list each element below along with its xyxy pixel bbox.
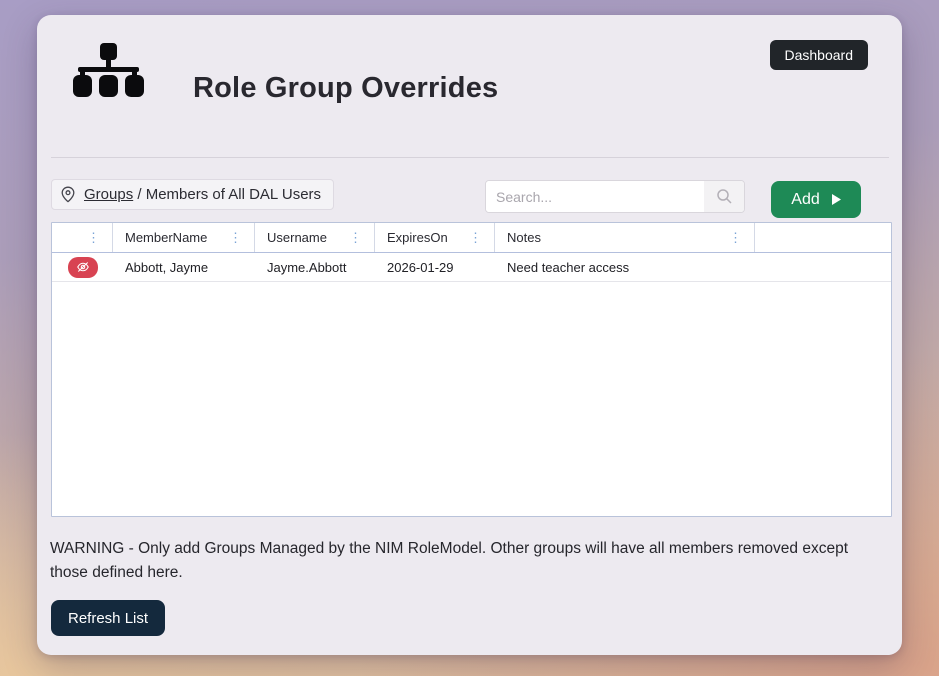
search-group <box>485 180 745 213</box>
breadcrumb-link-groups[interactable]: Groups <box>84 186 133 203</box>
main-card: Role Group Overrides Dashboard Groups / … <box>37 15 902 655</box>
chevron-right-icon <box>832 194 841 205</box>
hide-member-button[interactable] <box>68 257 98 278</box>
column-menu-icon[interactable]: ⋮ <box>467 231 484 244</box>
column-header-expireson: ExpiresOn ⋮ <box>375 223 495 252</box>
breadcrumb-current: Members of All DAL Users <box>146 186 321 203</box>
empty-cell <box>755 253 891 281</box>
page-title: Role Group Overrides <box>193 72 498 105</box>
column-header-membername: MemberName ⋮ <box>113 223 255 252</box>
refresh-list-button[interactable]: Refresh List <box>51 600 165 636</box>
eye-slash-icon <box>76 261 90 273</box>
expires-on-cell: 2026-01-29 <box>375 253 495 281</box>
add-button[interactable]: Add <box>771 181 861 218</box>
column-menu-icon[interactable]: ⋮ <box>347 231 364 244</box>
warning-text: WARNING - Only add Groups Managed by the… <box>50 537 888 585</box>
member-name-cell: Abbott, Jayme <box>113 253 255 281</box>
breadcrumb-separator: / <box>137 186 141 203</box>
table-row[interactable]: Abbott, Jayme Jayme.Abbott 2026-01-29 Ne… <box>52 253 891 282</box>
org-chart-icon <box>72 43 148 103</box>
column-header-notes: Notes ⋮ <box>495 223 755 252</box>
location-pin-icon <box>60 186 76 203</box>
search-button[interactable] <box>704 181 744 212</box>
search-icon <box>716 188 733 205</box>
dashboard-button[interactable]: Dashboard <box>770 40 869 70</box>
breadcrumb: Groups / Members of All DAL Users <box>51 179 334 210</box>
column-header-empty <box>755 223 891 252</box>
table-header-row: ⋮ MemberName ⋮ Username ⋮ ExpiresOn ⋮ No… <box>52 223 891 253</box>
column-menu-icon[interactable]: ⋮ <box>227 231 244 244</box>
notes-cell: Need teacher access <box>495 253 755 281</box>
column-menu-icon[interactable]: ⋮ <box>85 231 102 244</box>
column-menu-icon[interactable]: ⋮ <box>727 231 744 244</box>
username-cell: Jayme.Abbott <box>255 253 375 281</box>
column-header-username: Username ⋮ <box>255 223 375 252</box>
overrides-table: ⋮ MemberName ⋮ Username ⋮ ExpiresOn ⋮ No… <box>51 222 892 517</box>
header-divider <box>51 157 889 158</box>
add-button-label: Add <box>791 191 819 209</box>
row-action-cell <box>52 253 113 281</box>
column-header-actions: ⋮ <box>52 223 113 252</box>
search-input[interactable] <box>486 181 704 212</box>
